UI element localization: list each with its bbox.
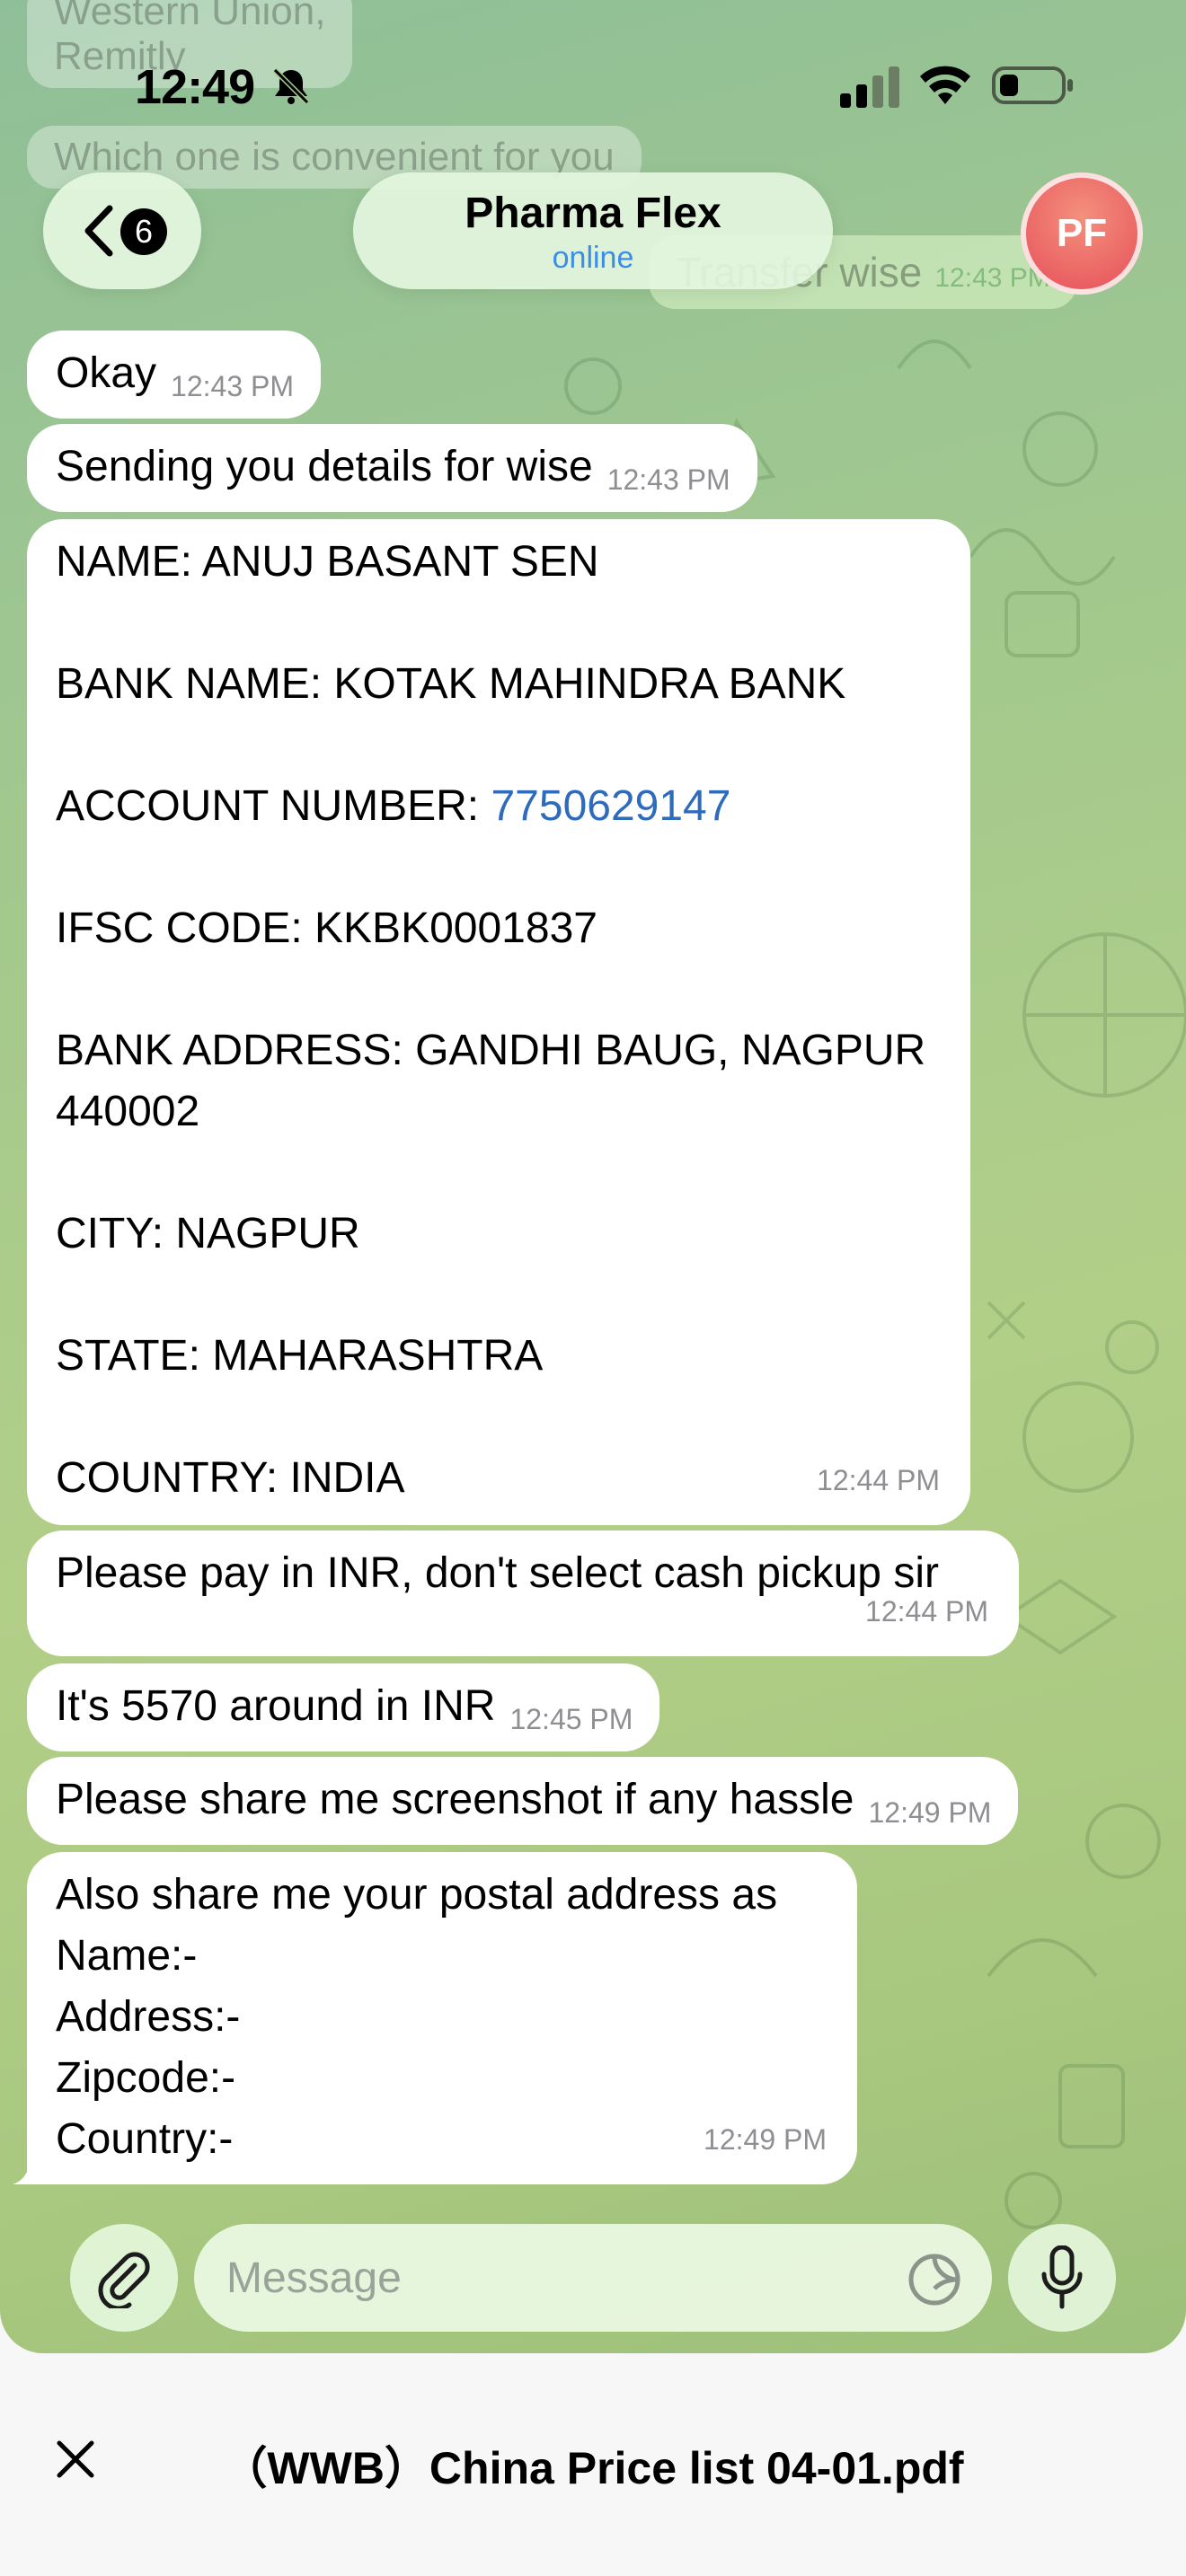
message-text: ACCOUNT NUMBER: 7750629147 [56,782,731,830]
back-chevron-icon [84,205,113,257]
message-text: CITY: NAGPUR [56,1210,360,1257]
message-text: Address:- [56,1993,241,2041]
message-bubble[interactable]: Okay 12:43 PM [27,331,321,419]
attach-button[interactable] [70,2224,178,2332]
message-time: 12:43 PM [606,463,730,496]
document-preview-bar[interactable]: （WWB）China Price list 04-01.pdf [0,2364,1186,2576]
message-text: 440002 [56,1088,200,1135]
sticker-icon[interactable] [907,2253,961,2307]
status-bar: 12:49 [0,0,1186,171]
message-text: IFSC CODE: KKBK0001837 [56,904,597,952]
message-text: Zipcode:- [56,2054,236,2102]
message-text: It's 5570 around in INR [56,1682,496,1730]
message-time: 12:49 PM [704,2123,827,2156]
message-text: BANK ADDRESS: GANDHI BAUG, NAGPUR [56,1027,926,1074]
chat-area[interactable]: Western Union, Remitly Which one is conve… [0,0,1186,2353]
bubble-tail [13,2148,47,2184]
avatar[interactable]: PF [1021,172,1143,295]
microphone-button[interactable] [1008,2224,1116,2332]
message-bubble[interactable]: Sending you details for wise 12:43 PM [27,424,757,512]
contact-name: Pharma Flex [465,190,721,237]
battery-icon [992,66,1073,104]
message-time: 12:44 PM [865,1595,988,1628]
message-text: NAME: ANUJ BASANT SEN [56,538,599,586]
message-input[interactable] [194,2224,992,2332]
microphone-icon [1041,2245,1083,2309]
bell-slash-icon [272,67,310,105]
message-bubble[interactable]: It's 5570 around in INR 12:45 PM [27,1663,660,1751]
document-title: （WWB）China Price list 04-01.pdf [222,2443,964,2493]
message-time: 12:44 PM [817,1464,940,1496]
message-text: BANK NAME: KOTAK MAHINDRA BANK [56,660,846,708]
message-bubble[interactable]: Please pay in INR, don't select cash pic… [27,1531,1019,1656]
message-text: STATE: MAHARASHTRA [56,1332,544,1380]
chat-title[interactable]: Pharma Flex online [353,172,833,289]
message-text: Sending you details for wise [56,443,593,490]
message-text: Okay [56,349,157,397]
message-text: Please pay in INR, don't select cash pic… [56,1549,939,1597]
message-time: 12:49 PM [868,1796,992,1829]
message-time: 12:43 PM [171,370,294,402]
contact-status: online [552,241,634,275]
attach-icon [98,2252,150,2308]
clock: 12:49 [135,60,255,114]
message-bubble[interactable]: Also share me your postal address as Nam… [27,1852,857,2184]
message-text: Name:- [56,1932,198,1980]
message-time: 12:45 PM [509,1703,633,1735]
message-text: COUNTRY: INDIA [56,1454,405,1502]
phone-number-link[interactable]: 7750629147 [491,782,730,830]
unread-count-badge: 6 [120,208,167,255]
signal-icon [840,66,899,108]
message-text: Please share me screenshot if any hassle [56,1776,854,1823]
message-text: Also share me your postal address as [56,1871,778,1919]
message-bubble[interactable]: NAME: ANUJ BASANT SEN BANK NAME: KOTAK M… [27,519,970,1525]
wifi-icon [920,66,970,104]
back-button[interactable]: 6 [43,172,201,289]
message-bubble[interactable]: Please share me screenshot if any hassle… [27,1757,1019,1845]
